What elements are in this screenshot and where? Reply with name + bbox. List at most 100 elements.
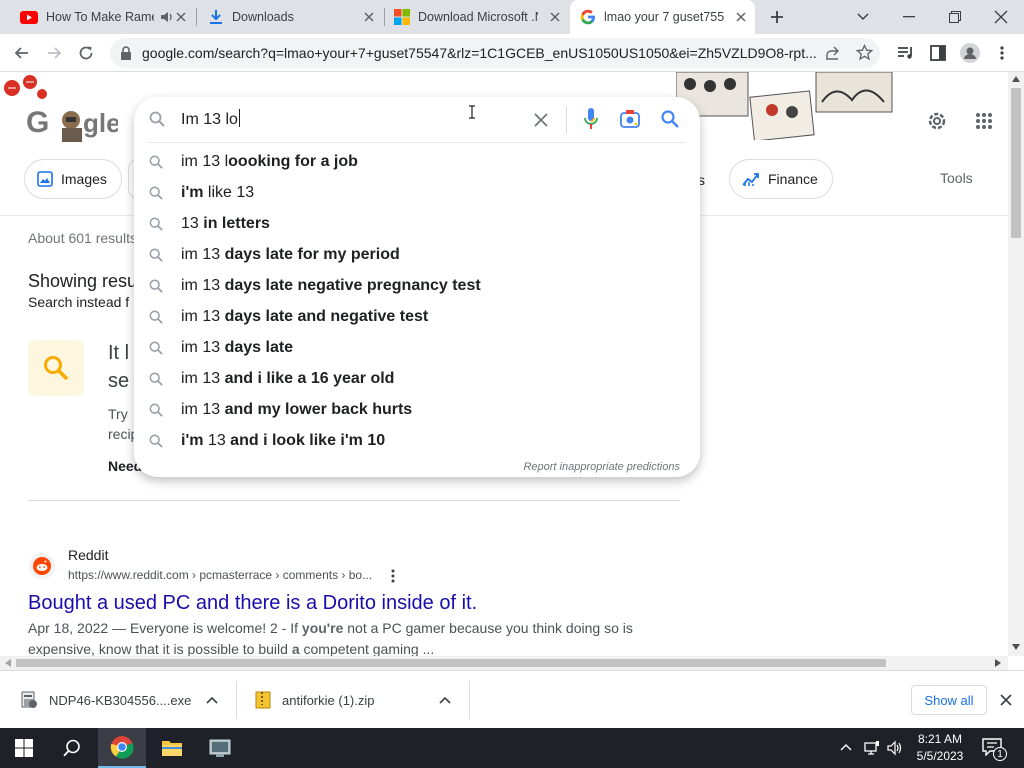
suggestion-item[interactable]: im 13 loooking for a job	[134, 147, 700, 178]
tab-microsoft[interactable]: Download Microsoft .N	[384, 0, 569, 34]
chip-finance[interactable]: Finance	[729, 159, 833, 199]
result-url[interactable]: https://www.reddit.com › pcmasterrace › …	[68, 568, 372, 582]
horizontal-scrollbar[interactable]	[0, 656, 1008, 670]
chip-images-label: Images	[61, 171, 107, 187]
tab-title: How To Make Ramen	[46, 10, 154, 24]
start-button[interactable]	[0, 728, 48, 768]
suggestion-completion: days late negative pregnancy test	[224, 277, 481, 294]
scrollbar-thumb[interactable]	[1011, 88, 1021, 238]
search-icon	[149, 310, 163, 324]
snippet-text: Apr 18, 2022 — Everyone is welcome! 2 - …	[28, 620, 302, 636]
minimize-button[interactable]	[886, 0, 932, 34]
chevron-up-icon[interactable]	[206, 696, 218, 704]
profile-button[interactable]	[958, 41, 982, 65]
report-predictions-link[interactable]: Report inappropriate predictions	[523, 461, 680, 473]
svg-text:G: G	[26, 106, 49, 139]
reddit-icon	[29, 553, 55, 579]
taskbar-app[interactable]	[196, 728, 244, 768]
tab-downloads[interactable]: Downloads	[198, 0, 383, 34]
suggestion-item[interactable]: im 13 days late and negative test	[134, 302, 700, 333]
suggestion-text: im 13 days late	[181, 339, 293, 357]
taskbar-chrome[interactable]	[98, 728, 146, 768]
download-filename: NDP46-KB304556....exe	[49, 693, 192, 708]
speaker-icon	[161, 12, 172, 22]
snippet-bold: a	[291, 641, 300, 656]
suggestion-typed: im 13	[181, 370, 225, 387]
restore-button[interactable]	[932, 0, 978, 34]
search-submit-icon[interactable]	[661, 110, 679, 128]
volume-icon[interactable]	[887, 740, 903, 756]
network-icon[interactable]	[864, 740, 880, 756]
scroll-left-icon[interactable]	[5, 659, 11, 667]
results-count: About 601 results	[28, 230, 137, 246]
tab-youtube[interactable]: How To Make Ramen	[10, 0, 195, 34]
new-tab-icon[interactable]	[769, 9, 785, 25]
close-tab-icon[interactable]	[735, 11, 747, 23]
close-window-button[interactable]	[978, 0, 1024, 34]
share-icon[interactable]	[824, 45, 840, 61]
chevron-up-icon[interactable]	[439, 696, 451, 704]
back-button[interactable]	[10, 41, 34, 65]
suggestion-text: im 13 loooking for a job	[181, 153, 358, 171]
text-caret	[238, 109, 240, 127]
clear-icon[interactable]	[534, 113, 548, 127]
tab-title: Downloads	[232, 10, 294, 24]
suggestion-item[interactable]: 13 in letters	[134, 209, 700, 240]
network-app-icon	[209, 739, 231, 757]
system-clock[interactable]: 8:21 AM 5/5/2023	[910, 731, 970, 765]
chrome-menu-button[interactable]	[990, 41, 1014, 65]
forward-button[interactable]	[42, 41, 66, 65]
taskbar-search-button[interactable]	[48, 728, 96, 768]
google-doodle-logo[interactable]: G gle	[26, 102, 118, 142]
tab-search-button[interactable]	[840, 0, 886, 34]
show-all-downloads-button[interactable]: Show all	[911, 685, 987, 715]
action-center-button[interactable]: 1	[982, 738, 1007, 761]
camera-lens-icon[interactable]	[620, 110, 640, 128]
tools-button[interactable]: Tools	[940, 170, 973, 186]
vertical-scrollbar[interactable]	[1008, 72, 1024, 656]
suggestion-item[interactable]: i'm 13 and i look like i'm 10	[134, 426, 700, 457]
lock-icon	[121, 46, 131, 60]
suggestion-item[interactable]: im 13 days late negative pregnancy test	[134, 271, 700, 302]
reading-list-button[interactable]	[894, 41, 918, 65]
address-bar[interactable]: google.com/search?q=lmao+your+7+guset755…	[110, 38, 880, 68]
tab-google-search[interactable]: lmao your 7 guset7554	[570, 0, 755, 34]
close-download-bar-icon[interactable]	[1000, 694, 1012, 706]
close-tab-icon[interactable]	[175, 11, 187, 23]
search-icon	[44, 356, 69, 381]
suggestion-item[interactable]: i'm like 13	[134, 178, 700, 209]
search-suggestions-dropdown: Im 13 lo im 13 loooking for a job i'm lik…	[134, 97, 700, 477]
result-more-icon[interactable]	[391, 569, 395, 583]
search-input[interactable]: Im 13 lo	[181, 109, 240, 129]
tray-chevron-up-icon[interactable]	[840, 743, 852, 751]
star-icon[interactable]	[856, 44, 873, 61]
download-item-zip[interactable]: antiforkie (1).zip	[237, 671, 469, 729]
suggestion-item[interactable]: im 13 and my lower back hurts	[134, 395, 700, 426]
scroll-right-icon[interactable]	[995, 659, 1001, 667]
suggestion-completion: and my lower back hurts	[224, 401, 413, 418]
download-item-exe[interactable]: NDP46-KB304556....exe	[0, 671, 236, 729]
suggestion-typed: im 13	[181, 246, 225, 263]
microphone-icon[interactable]	[584, 108, 598, 130]
taskbar-file-explorer[interactable]	[148, 728, 196, 768]
close-tab-icon[interactable]	[363, 11, 375, 23]
close-tab-icon[interactable]	[549, 11, 561, 23]
settings-gear-icon[interactable]	[926, 110, 948, 132]
result-title-link[interactable]: Bought a used PC and there is a Dorito i…	[28, 592, 477, 615]
google-icon	[580, 9, 595, 25]
showing-results-for: Showing resu	[28, 271, 138, 291]
suggestion-item[interactable]: im 13 days late for my period	[134, 240, 700, 271]
clock-date: 5/5/2023	[916, 749, 964, 763]
search-icon	[149, 434, 163, 448]
hscrollbar-thumb[interactable]	[16, 659, 886, 667]
reload-icon	[79, 46, 93, 60]
scroll-down-icon[interactable]	[1012, 644, 1020, 650]
reload-button[interactable]	[74, 41, 98, 65]
scroll-up-icon[interactable]	[1012, 76, 1020, 82]
side-panel-button[interactable]	[926, 41, 950, 65]
suggestion-item[interactable]: im 13 days late	[134, 333, 700, 364]
chip-images[interactable]: Images	[24, 159, 122, 199]
search-query-text: Im 13 lo	[181, 111, 238, 128]
apps-grid-icon[interactable]	[975, 112, 993, 130]
suggestion-item[interactable]: im 13 and i like a 16 year old	[134, 364, 700, 395]
